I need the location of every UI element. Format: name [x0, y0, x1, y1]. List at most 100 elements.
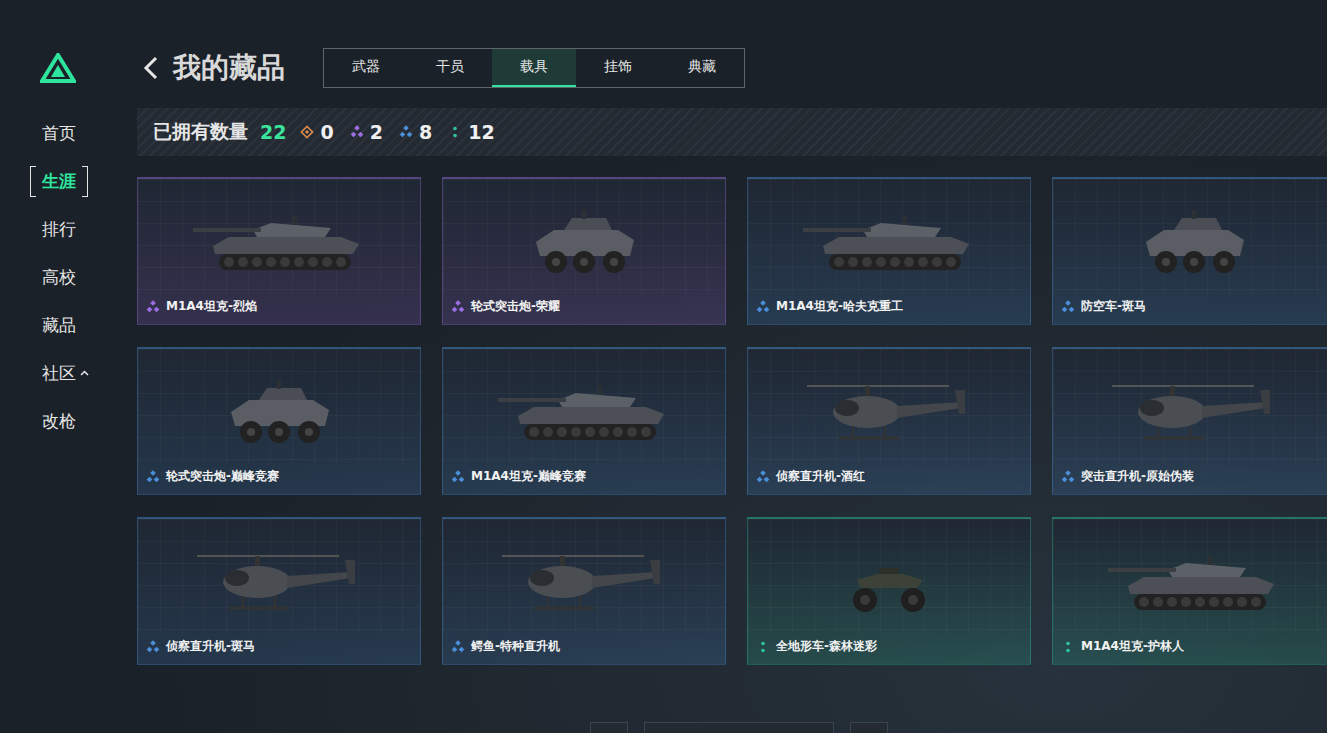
vehicle-label: M1A4坦克-哈夫克重工 [748, 294, 1030, 324]
sidebar: 首页 生涯 排行 高校 藏品 社区 改枪 [0, 0, 115, 733]
category-tab[interactable]: 挂饰 [576, 49, 660, 87]
chevron-up-icon [80, 370, 89, 376]
vehicle-image [443, 179, 725, 294]
rare-rarity-icon [1061, 300, 1075, 314]
category-tab[interactable]: 武器 [324, 49, 408, 87]
rare-rarity-icon [1061, 470, 1075, 484]
vehicle-image [443, 519, 725, 634]
heli-vehicle-icon [189, 544, 369, 624]
next-page-button[interactable] [850, 722, 888, 733]
sidebar-item[interactable]: 高校 [0, 253, 76, 301]
vehicle-name: M1A4坦克-哈夫克重工 [776, 298, 903, 315]
category-tab[interactable]: 干员 [408, 49, 492, 87]
rare-rarity-icon [756, 300, 770, 314]
rarity-count-value: 12 [468, 121, 494, 143]
vehicle-image [1053, 179, 1327, 294]
vehicle-card[interactable]: 鳄鱼-特种直升机 [442, 517, 726, 665]
sidebar-item[interactable]: 首页 [0, 109, 76, 157]
vehicle-image [138, 179, 420, 294]
vehicle-card[interactable]: 侦察直升机-斑马 [137, 517, 421, 665]
vehicle-label: 全地形车-森林迷彩 [748, 634, 1030, 664]
vehicle-label: 轮式突击炮-巅峰竞赛 [138, 464, 420, 494]
wheeled-vehicle-icon [1104, 204, 1284, 284]
vehicle-name: 防空车-斑马 [1081, 298, 1146, 315]
wheeled-vehicle-icon [494, 204, 674, 284]
vehicle-card[interactable]: 防空车-斑马 [1052, 177, 1327, 325]
vehicle-card[interactable]: 轮式突击炮-巅峰竞赛 [137, 347, 421, 495]
vehicle-image [748, 179, 1030, 294]
sidebar-item[interactable]: 改枪 [0, 397, 76, 445]
vehicle-card[interactable]: 侦察直升机-酒红 [747, 347, 1031, 495]
tank-vehicle-icon [494, 374, 674, 454]
vehicle-name: 侦察直升机-酒红 [776, 468, 865, 485]
vehicle-image [138, 519, 420, 634]
vehicle-name: 轮式突击炮-巅峰竞赛 [166, 468, 279, 485]
vehicle-card[interactable]: M1A4坦克-护林人 [1052, 517, 1327, 665]
vehicle-image [748, 519, 1030, 634]
main-content: 我的藏品 武器干员载具挂饰典藏 已拥有数量 22 0 2 8 12 M1A4坦克… [115, 0, 1327, 733]
pagination [137, 722, 1327, 733]
category-tab[interactable]: 典藏 [660, 49, 744, 87]
sidebar-item[interactable]: 生涯 [0, 157, 76, 205]
heli-vehicle-icon [1104, 374, 1284, 454]
category-tab[interactable]: 载具 [492, 49, 576, 87]
vehicle-card[interactable]: M1A4坦克-巅峰竞赛 [442, 347, 726, 495]
common-rarity-icon [756, 640, 770, 654]
vehicle-grid: M1A4坦克-烈焰 轮式突击炮-荣耀 M1A4坦克-哈夫克重工 防空车-斑马 轮… [137, 177, 1327, 665]
vehicle-name: 轮式突击炮-荣耀 [471, 298, 560, 315]
vehicle-image [1053, 349, 1327, 464]
vehicle-card[interactable]: M1A4坦克-哈夫克重工 [747, 177, 1031, 325]
vehicle-card[interactable]: M1A4坦克-烈焰 [137, 177, 421, 325]
owned-summary-bar: 已拥有数量 22 0 2 8 12 [137, 108, 1327, 156]
vehicle-image [443, 349, 725, 464]
vehicle-name: M1A4坦克-烈焰 [166, 298, 257, 315]
sidebar-item[interactable]: 社区 [0, 349, 89, 397]
epic-rarity-icon [146, 300, 160, 314]
owned-label: 已拥有数量 [153, 119, 248, 145]
sidebar-item[interactable]: 藏品 [0, 301, 76, 349]
heli-vehicle-icon [494, 544, 674, 624]
page-title: 我的藏品 [173, 49, 285, 87]
collection-page: 首页 生涯 排行 高校 藏品 社区 改枪 我的藏品 武器干员载具挂饰典藏 已拥有… [0, 0, 1327, 733]
category-tabs: 武器干员载具挂饰典藏 [323, 48, 745, 88]
page-header: 我的藏品 武器干员载具挂饰典藏 [137, 48, 1327, 88]
owned-total: 22 [260, 121, 286, 143]
vehicle-label: 突击直升机-原始伪装 [1053, 464, 1327, 494]
rare-rarity-icon [451, 640, 465, 654]
vehicle-image [138, 349, 420, 464]
rarity-count: 12 [448, 121, 494, 143]
vehicle-name: 鳄鱼-特种直升机 [471, 638, 560, 655]
atv-vehicle-icon [799, 544, 979, 624]
vehicle-image [1053, 519, 1327, 634]
sidebar-item-label: 生涯 [42, 166, 76, 197]
rarity-count-value: 2 [370, 121, 383, 143]
vehicle-card[interactable]: 突击直升机-原始伪装 [1052, 347, 1327, 495]
rarity-count-value: 8 [419, 121, 432, 143]
rarity-count: 8 [399, 121, 432, 143]
sidebar-item-label: 藏品 [42, 310, 76, 341]
tank-vehicle-icon [189, 204, 369, 284]
legendary-rarity-icon [300, 125, 314, 139]
vehicle-label: 侦察直升机-斑马 [138, 634, 420, 664]
vehicle-label: M1A4坦克-巅峰竞赛 [443, 464, 725, 494]
vehicle-card[interactable]: 全地形车-森林迷彩 [747, 517, 1031, 665]
page-field[interactable] [644, 722, 834, 733]
back-arrow-icon[interactable] [143, 56, 159, 80]
rarity-count-value: 0 [320, 121, 333, 143]
vehicle-name: M1A4坦克-护林人 [1081, 638, 1184, 655]
tank-vehicle-icon [1104, 544, 1284, 624]
prev-page-button[interactable] [590, 722, 628, 733]
vehicle-card[interactable]: 轮式突击炮-荣耀 [442, 177, 726, 325]
vehicle-label: 鳄鱼-特种直升机 [443, 634, 725, 664]
triangle-logo-icon[interactable] [40, 53, 76, 83]
sidebar-item[interactable]: 排行 [0, 205, 76, 253]
sidebar-item-label: 改枪 [42, 406, 76, 437]
heli-vehicle-icon [799, 374, 979, 454]
sidebar-item-label: 社区 [42, 358, 76, 389]
sidebar-item-label: 排行 [42, 214, 76, 245]
vehicle-label: 侦察直升机-酒红 [748, 464, 1030, 494]
vehicle-label: 轮式突击炮-荣耀 [443, 294, 725, 324]
rare-rarity-icon [756, 470, 770, 484]
sidebar-item-label: 高校 [42, 262, 76, 293]
rare-rarity-icon [451, 470, 465, 484]
